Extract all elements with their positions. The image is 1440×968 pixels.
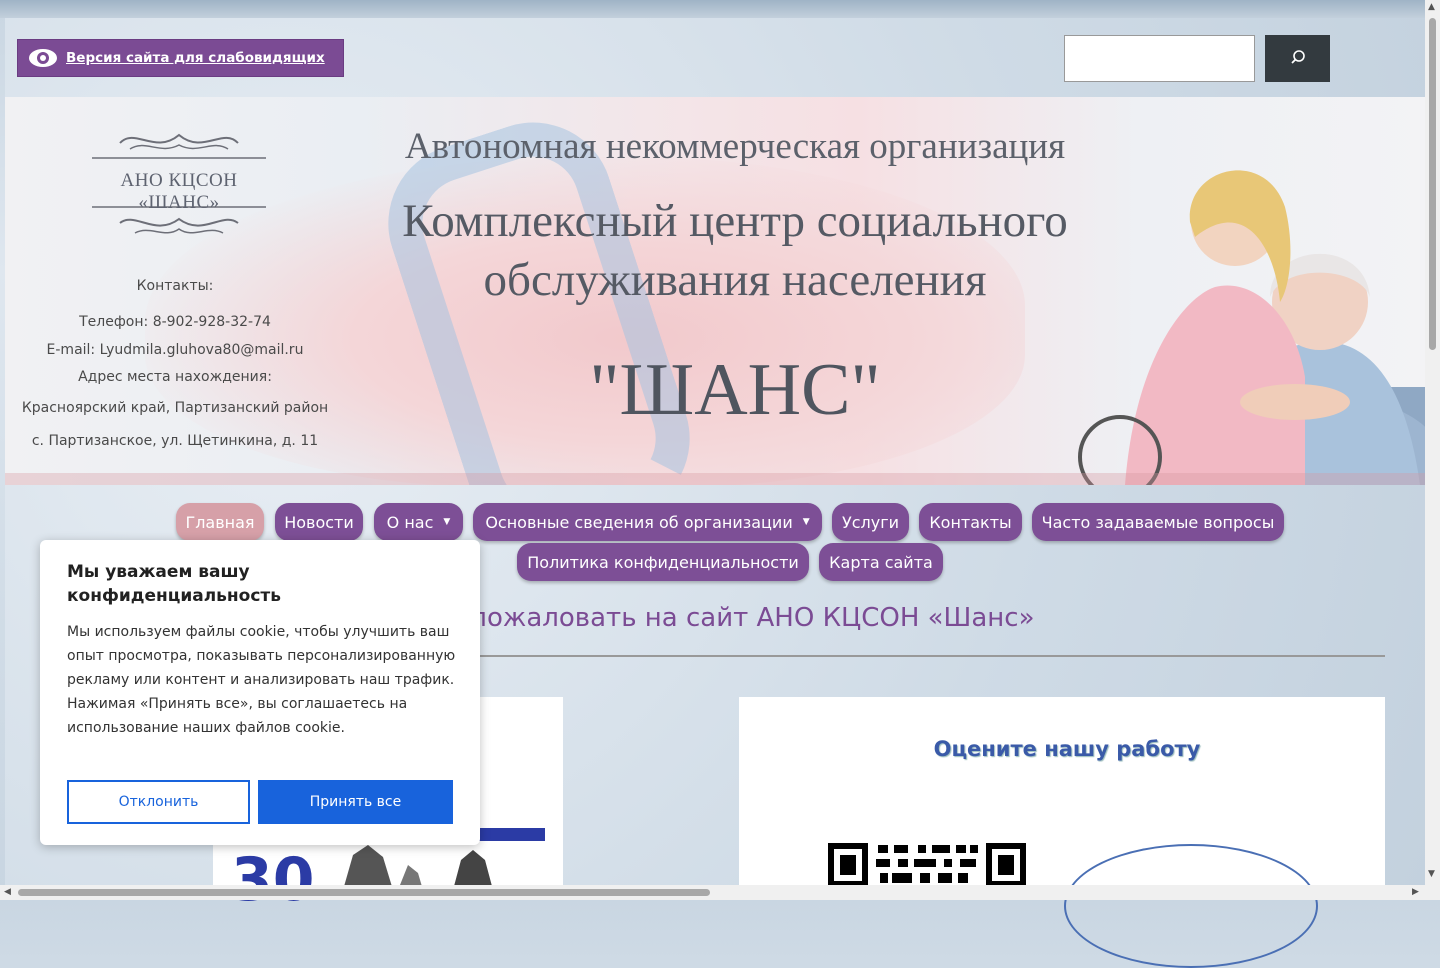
nav-home[interactable]: Главная: [176, 503, 264, 541]
address-line-2: с. Партизанское, ул. Щетинкина, д. 11: [31, 433, 319, 449]
address-line-1: Красноярский край, Партизанский район: [21, 400, 329, 416]
horizontal-scroll-thumb[interactable]: [18, 889, 710, 896]
scroll-up-icon[interactable]: ▲: [1428, 2, 1435, 12]
nav-sitemap[interactable]: Карта сайта: [819, 543, 943, 581]
nav-contacts[interactable]: Контакты: [919, 503, 1022, 541]
rate-our-work-card[interactable]: Оцените нашу работу: [739, 697, 1385, 968]
rate-our-work-title: Оцените нашу работу: [933, 737, 1201, 761]
vertical-scrollbar[interactable]: ▲ ▼: [1425, 0, 1440, 900]
top-strip: [0, 0, 1440, 18]
low-vision-version-label: Версия сайта для слабовидящих: [66, 50, 325, 66]
cookie-reject-button[interactable]: Отклонить: [67, 780, 250, 824]
header-title-line-2b: обслуживания населения: [483, 254, 987, 306]
nav-org-info[interactable]: Основные сведения об организации ▼: [473, 503, 822, 541]
header-title-line-2: Комплексный центр социального обслуживан…: [340, 192, 1130, 310]
header-title-line-2a: Комплексный центр социального: [402, 195, 1068, 247]
cookie-accept-all-button[interactable]: Принять все: [258, 780, 453, 824]
site-logo[interactable]: АНО КЦСОН «ШАНС»: [90, 125, 268, 243]
circle-graphic: [1064, 844, 1318, 968]
vertical-scroll-thumb[interactable]: [1429, 18, 1436, 350]
contact-email: E-mail: Lyudmila.gluhova80@mail.ru: [46, 342, 304, 358]
scroll-left-icon[interactable]: ◀: [4, 887, 11, 897]
nav-about-label: О нас: [386, 512, 434, 532]
header-title-line-1: Автономная некоммерческая организация: [404, 126, 1066, 167]
qr-code-icon: [828, 843, 1026, 887]
nav-faq[interactable]: Часто задаваемые вопросы: [1032, 503, 1284, 541]
low-vision-version-link[interactable]: Версия сайта для слабовидящих: [17, 39, 344, 77]
cookie-consent-dialog: Мы уважаем вашу конфиденциальность Мы ис…: [40, 540, 480, 845]
search-button[interactable]: [1265, 35, 1330, 82]
nav-about[interactable]: О нас ▼: [374, 503, 463, 541]
eye-icon: [28, 48, 58, 68]
cookie-title: Мы уважаем вашу конфиденциальность: [67, 562, 282, 606]
welcome-heading: пожаловать на сайт АНО КЦСОН «Шанс»: [470, 603, 1035, 633]
cookie-text: Мы используем файлы cookie, чтобы улучши…: [67, 624, 456, 736]
statue-image: [343, 845, 493, 890]
contacts-title: Контакты:: [136, 278, 214, 294]
search-icon: [1290, 49, 1306, 69]
horizontal-scrollbar[interactable]: ◀ ▶: [0, 885, 1425, 900]
scroll-down-icon[interactable]: ▼: [1428, 869, 1435, 879]
header-bottom-edge: [5, 473, 1425, 485]
nav-news[interactable]: Новости: [275, 503, 363, 541]
chevron-down-icon: ▼: [802, 517, 810, 527]
nav-privacy-policy[interactable]: Политика конфиденциальности: [517, 543, 809, 581]
heading-divider: [470, 655, 1385, 657]
contact-phone: Телефон: 8-902-928-32-74: [79, 314, 271, 330]
nav-org-info-label: Основные сведения об организации: [485, 512, 793, 532]
address-title: Адрес места нахождения:: [78, 369, 272, 385]
logo-text: АНО КЦСОН «ШАНС»: [120, 170, 238, 213]
anniversary-number: 30: [231, 845, 315, 915]
nav-services[interactable]: Услуги: [832, 503, 909, 541]
chevron-down-icon: ▼: [443, 517, 451, 527]
search-input[interactable]: [1064, 35, 1255, 82]
header-org-name: "ШАНС": [589, 349, 881, 431]
scroll-right-icon[interactable]: ▶: [1412, 887, 1419, 897]
